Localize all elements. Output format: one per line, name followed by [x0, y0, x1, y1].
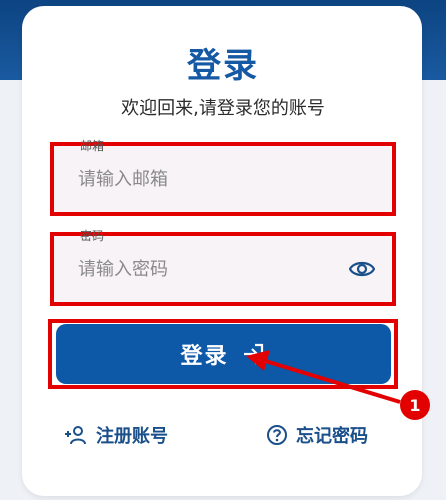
- login-button[interactable]: 登录: [56, 324, 391, 384]
- register-label: 注册账号: [96, 426, 168, 447]
- add-user-icon: [65, 426, 86, 445]
- eye-icon[interactable]: [349, 257, 375, 281]
- email-input[interactable]: [78, 146, 328, 212]
- annotation-badge: 1: [400, 390, 430, 420]
- register-link[interactable]: 注册账号: [64, 422, 168, 448]
- forgot-password-link[interactable]: 忘记密码: [266, 422, 368, 448]
- login-button-label: 登录: [180, 344, 229, 369]
- help-circle-icon: [267, 425, 287, 445]
- password-label: 密码: [80, 229, 105, 243]
- login-arrow-icon: [243, 343, 263, 365]
- password-input[interactable]: [78, 236, 328, 302]
- email-label: 邮箱: [80, 139, 105, 153]
- page-subtitle: 欢迎回来,请登录您的账号: [121, 98, 325, 119]
- forgot-label: 忘记密码: [296, 426, 368, 447]
- page-title: 登录: [187, 46, 259, 86]
- email-field-container: [54, 146, 391, 212]
- password-field-container: [54, 236, 391, 302]
